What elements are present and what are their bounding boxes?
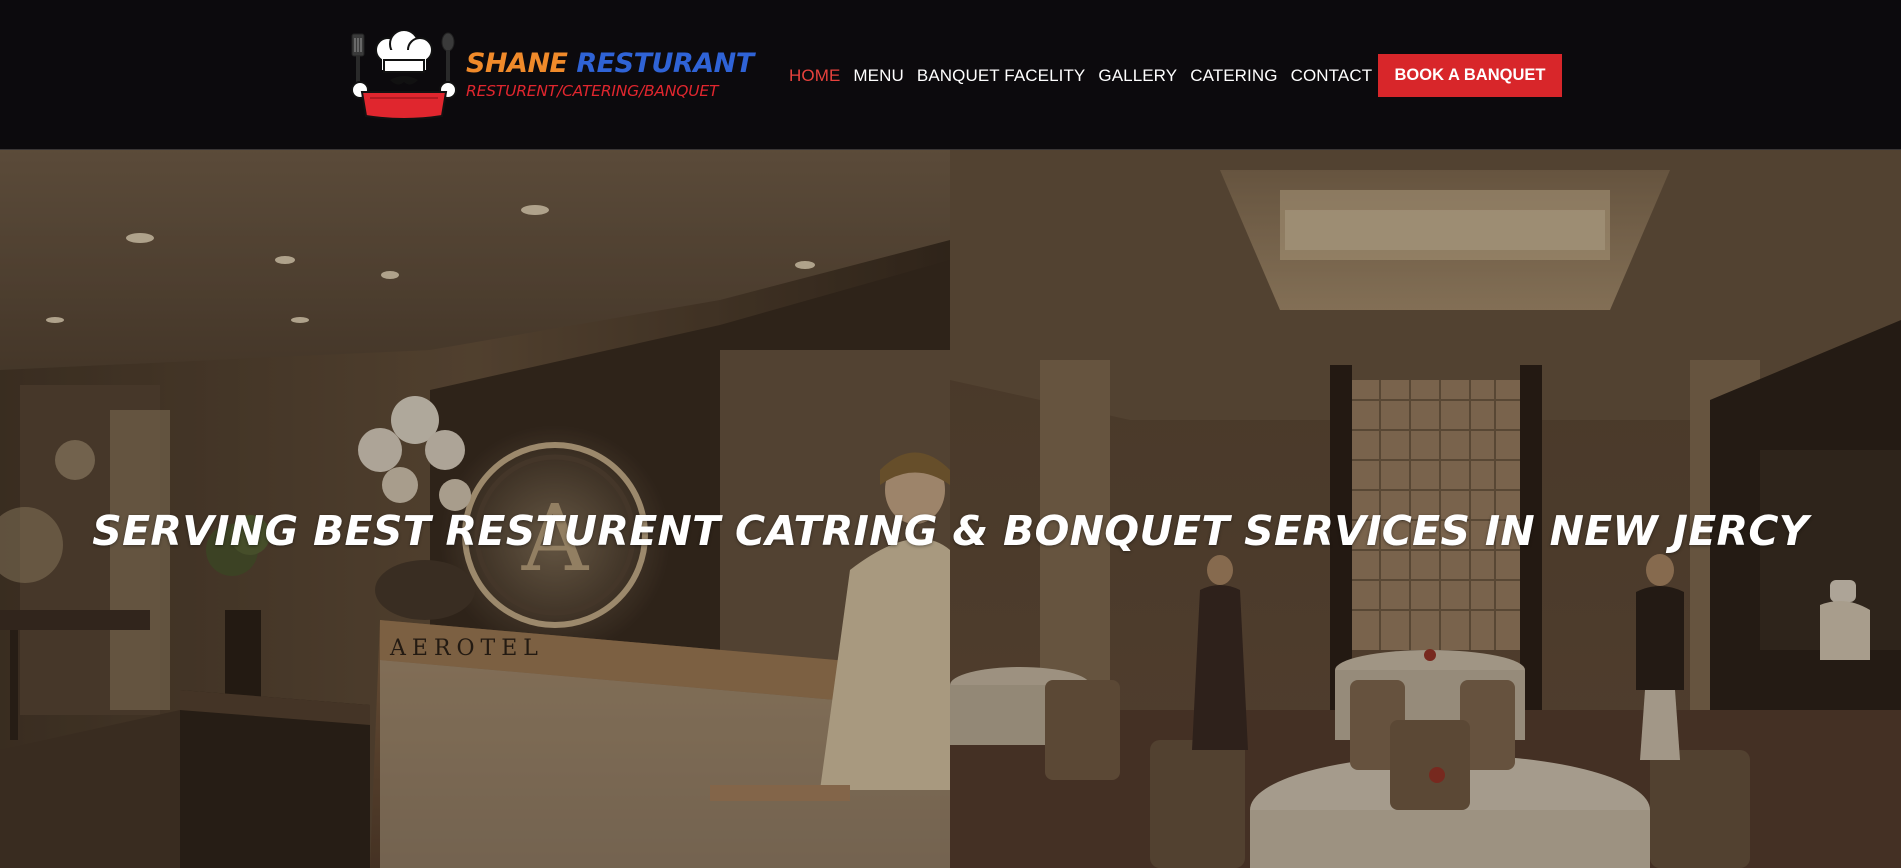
brand-name-first: SHANE (466, 48, 568, 79)
main-nav: HOME MENU BANQUET FACELITY GALLERY CATER… (789, 66, 1401, 86)
chef-hat-icon (351, 30, 457, 120)
nav-item-catering[interactable]: CATERING (1190, 66, 1277, 86)
nav-item-gallery[interactable]: GALLERY (1098, 66, 1177, 86)
site-logo[interactable]: SHANE RESTURANT RESTURENT/CATERING/BANQU… (344, 30, 754, 122)
brand-name: SHANE RESTURANT (466, 50, 754, 77)
brand-name-second: RESTURANT (576, 48, 754, 79)
site-header: SHANE RESTURANT RESTURENT/CATERING/BANQU… (0, 0, 1901, 150)
nav-item-banquet-facility[interactable]: BANQUET FACELITY (917, 66, 1086, 86)
brand-tagline: RESTURENT/CATERING/BANQUET (466, 82, 719, 100)
hero-title: SERVING BEST RESTURENT CATRING & BONQUET… (92, 507, 1809, 556)
hero-section: A AEROTEL SERVING BEST RESTURENT CATRING… (0, 150, 1901, 868)
book-banquet-button[interactable]: BOOK A BANQUET (1378, 54, 1562, 97)
nav-item-menu[interactable]: MENU (853, 66, 903, 86)
nav-item-home[interactable]: HOME (789, 66, 840, 86)
